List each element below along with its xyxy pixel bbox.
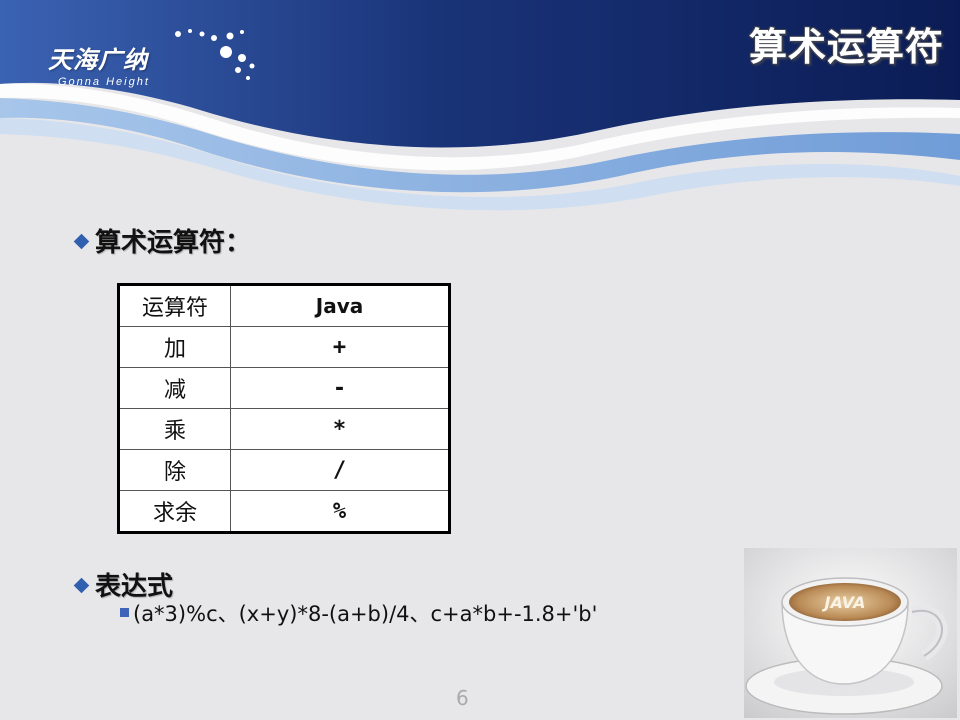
table-row: 除 / (118, 449, 450, 491)
operator-table: 运算符 Java 加 + 减 - 乘 * 除 / 求余 % (117, 283, 451, 534)
table-header-cell: 运算符 (118, 284, 231, 327)
java-coffee-cup-image: JAVA (744, 548, 957, 718)
company-logo: 天海广纳 Gonna Height (48, 29, 255, 88)
table-cell: 除 (118, 449, 231, 491)
table-header-row: 运算符 Java (118, 284, 450, 327)
page-number: 6 (456, 686, 469, 710)
table-row: 减 - (118, 367, 450, 409)
table-cell: 加 (118, 326, 231, 368)
table-row: 乘 * (118, 408, 450, 450)
table-cell: * (230, 408, 450, 450)
table-row: 求余 % (118, 490, 450, 533)
table-cell: % (230, 490, 450, 533)
cup-foam-text: JAVA (822, 593, 866, 612)
square-bullet-icon (120, 608, 129, 617)
table-cell: 乘 (118, 408, 231, 450)
logo-bubbles-icon (175, 29, 255, 80)
diamond-bullet-icon (73, 233, 90, 250)
table-row: 加 + (118, 326, 450, 368)
slide-title: 算术运算符 (748, 25, 944, 69)
table-cell: 减 (118, 367, 231, 409)
table-header-cell: Java (230, 284, 450, 327)
section1-heading-text: 算术运算符： (95, 228, 252, 258)
logo-english-name: Gonna Height (58, 76, 150, 88)
expression-text: (a*3)%c、(x+y)*8-(a+b)/4、c+a*b+-1.8+'b' (133, 602, 598, 626)
logo-chinese-name: 天海广纳 (48, 46, 148, 74)
table-cell: / (230, 449, 450, 491)
section1-heading: 算术运算符： (72, 222, 251, 259)
table-cell: 求余 (118, 490, 231, 533)
diamond-bullet-icon (73, 577, 90, 594)
expression-examples: (a*3)%c、(x+y)*8-(a+b)/4、c+a*b+-1.8+'b' (120, 598, 597, 628)
table-cell: + (230, 326, 450, 368)
table-cell: - (230, 367, 450, 409)
